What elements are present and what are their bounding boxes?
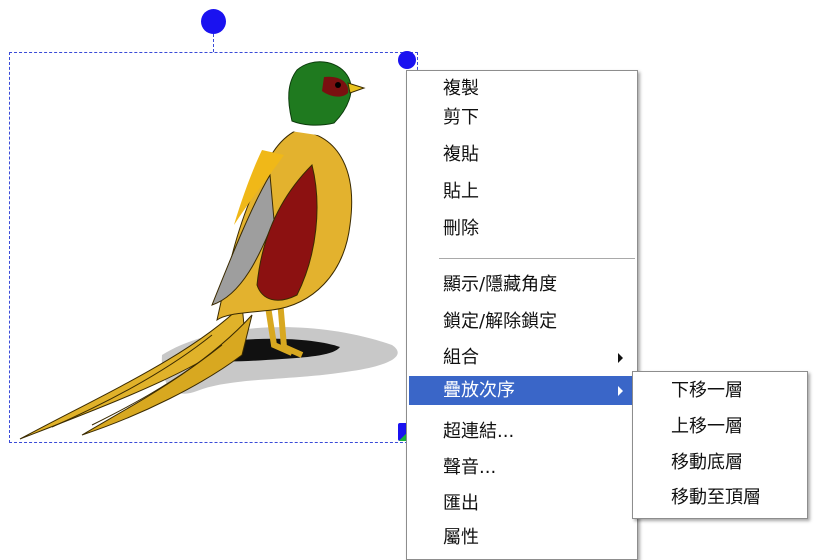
menu-item-properties[interactable]: 屬性 [409,523,635,552]
submenu-item-label: 下移一層 [671,380,743,401]
menu-item-label: 疊放次序 [443,380,515,401]
menu-item-label: 鎖定/解除鎖定 [443,311,558,332]
menu-item-copy[interactable]: 複製 [409,74,635,103]
pheasant-image[interactable] [12,55,416,441]
resize-handle-top-right[interactable] [398,51,416,69]
submenu-item-bring-to-front[interactable]: 移動至頂層 [635,483,805,512]
arrange-order-submenu: 下移一層 上移一層 移動底層 移動至頂層 [632,371,808,519]
menu-item-label: 超連結... [443,421,515,442]
menu-item-label: 屬性 [443,527,479,548]
menu-item-show-hide-angle[interactable]: 顯示/隱藏角度 [409,270,635,299]
submenu-arrow-icon [618,386,623,396]
submenu-item-label: 上移一層 [671,416,743,437]
menu-item-export[interactable]: 匯出 [409,489,635,518]
menu-item-label: 聲音... [443,457,497,478]
menu-item-label: 刪除 [443,218,479,239]
submenu-item-send-backward[interactable]: 下移一層 [635,376,805,405]
menu-item-sound[interactable]: 聲音... [409,453,635,482]
menu-item-duplicate[interactable]: 複貼 [409,140,635,169]
menu-item-group[interactable]: 組合 [409,343,635,372]
menu-item-label: 組合 [443,347,479,368]
menu-item-label: 貼上 [443,181,479,202]
menu-item-delete[interactable]: 刪除 [409,214,635,243]
submenu-item-bring-forward[interactable]: 上移一層 [635,412,805,441]
menu-item-label: 匯出 [443,493,479,514]
context-menu: 複製 剪下 複貼 貼上 刪除 顯示/隱藏角度 鎖定/解除鎖定 組合 疊放次序 超… [406,70,638,560]
submenu-arrow-icon [618,353,623,363]
submenu-item-label: 移動至頂層 [671,487,761,508]
menu-item-arrange-order[interactable]: 疊放次序 [409,376,635,405]
menu-item-hyperlink[interactable]: 超連結... [409,417,635,446]
submenu-item-send-to-back[interactable]: 移動底層 [635,448,805,477]
menu-item-lock-unlock[interactable]: 鎖定/解除鎖定 [409,307,635,336]
rotation-handle[interactable] [201,9,226,34]
menu-item-label: 剪下 [443,107,479,128]
menu-item-label: 複製 [443,78,479,99]
menu-item-cut[interactable]: 剪下 [409,103,635,132]
menu-separator [439,258,635,260]
rotation-guide-line [213,34,215,52]
menu-item-paste[interactable]: 貼上 [409,177,635,206]
menu-item-label: 顯示/隱藏角度 [443,274,558,295]
menu-item-label: 複貼 [443,144,479,165]
submenu-item-label: 移動底層 [671,452,743,473]
